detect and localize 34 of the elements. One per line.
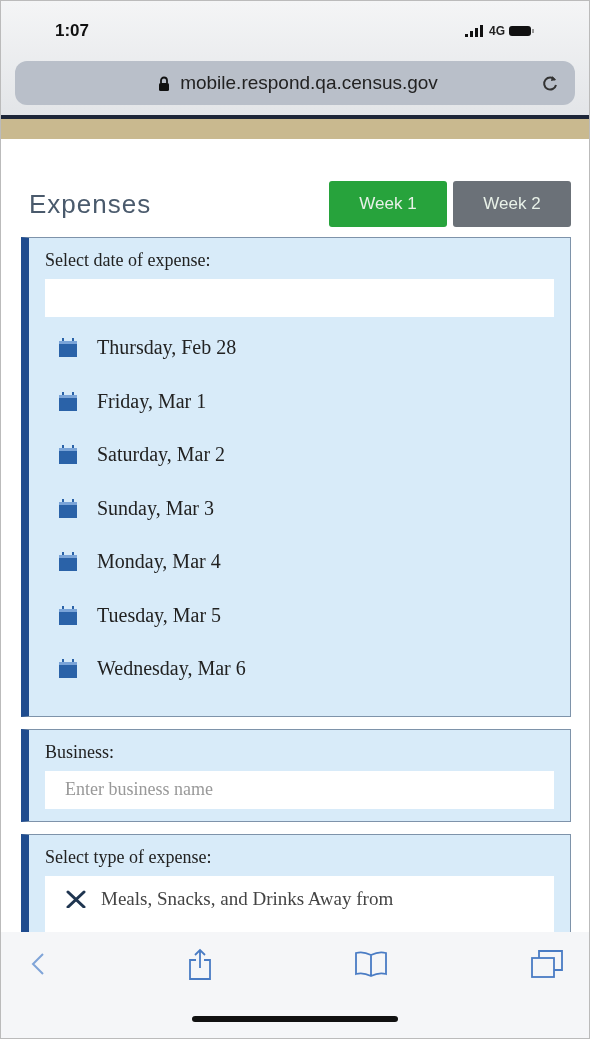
share-icon[interactable]	[187, 948, 212, 980]
date-option[interactable]: Sunday, Mar 3	[59, 481, 554, 535]
calendar-icon	[59, 391, 77, 411]
date-option[interactable]: Thursday, Feb 28	[59, 321, 554, 375]
date-option[interactable]: Tuesday, Mar 5	[59, 588, 554, 642]
url-text: mobile.respond.qa.census.gov	[180, 72, 438, 94]
date-input-field[interactable]	[45, 279, 554, 317]
tabs-icon[interactable]	[530, 950, 563, 978]
calendar-icon	[59, 552, 77, 572]
address-bar[interactable]: mobile.respond.qa.census.gov	[15, 61, 575, 105]
date-option[interactable]: Saturday, Mar 2	[59, 428, 554, 482]
calendar-icon	[59, 498, 77, 518]
network-label: 4G	[489, 24, 505, 38]
date-option[interactable]: Wednesday, Mar 6	[59, 642, 554, 696]
battery-icon	[509, 25, 535, 37]
date-option[interactable]: Monday, Mar 4	[59, 535, 554, 589]
calendar-icon	[59, 445, 77, 465]
back-icon[interactable]	[31, 952, 45, 976]
reload-icon[interactable]	[541, 74, 559, 92]
lock-icon	[158, 75, 171, 91]
field-label: Select date of expense:	[45, 250, 212, 271]
page-title: Expenses	[29, 188, 152, 220]
calendar-icon	[59, 605, 77, 625]
expense-type-option[interactable]: Meals, Snacks, and Drinks Away from	[45, 875, 554, 932]
week-tab[interactable]: Week 2	[453, 181, 571, 227]
business-input-field[interactable]: Enter business name	[45, 770, 554, 809]
field-label: Select type of expense:	[45, 846, 213, 868]
date-option[interactable]: Friday, Mar 1	[59, 374, 554, 428]
calendar-icon	[59, 338, 77, 358]
status-time: 1:07	[55, 21, 90, 41]
calendar-icon	[59, 659, 77, 679]
bookmarks-icon[interactable]	[354, 951, 389, 977]
field-label: Business:	[45, 741, 115, 763]
signal-icon	[465, 25, 485, 37]
